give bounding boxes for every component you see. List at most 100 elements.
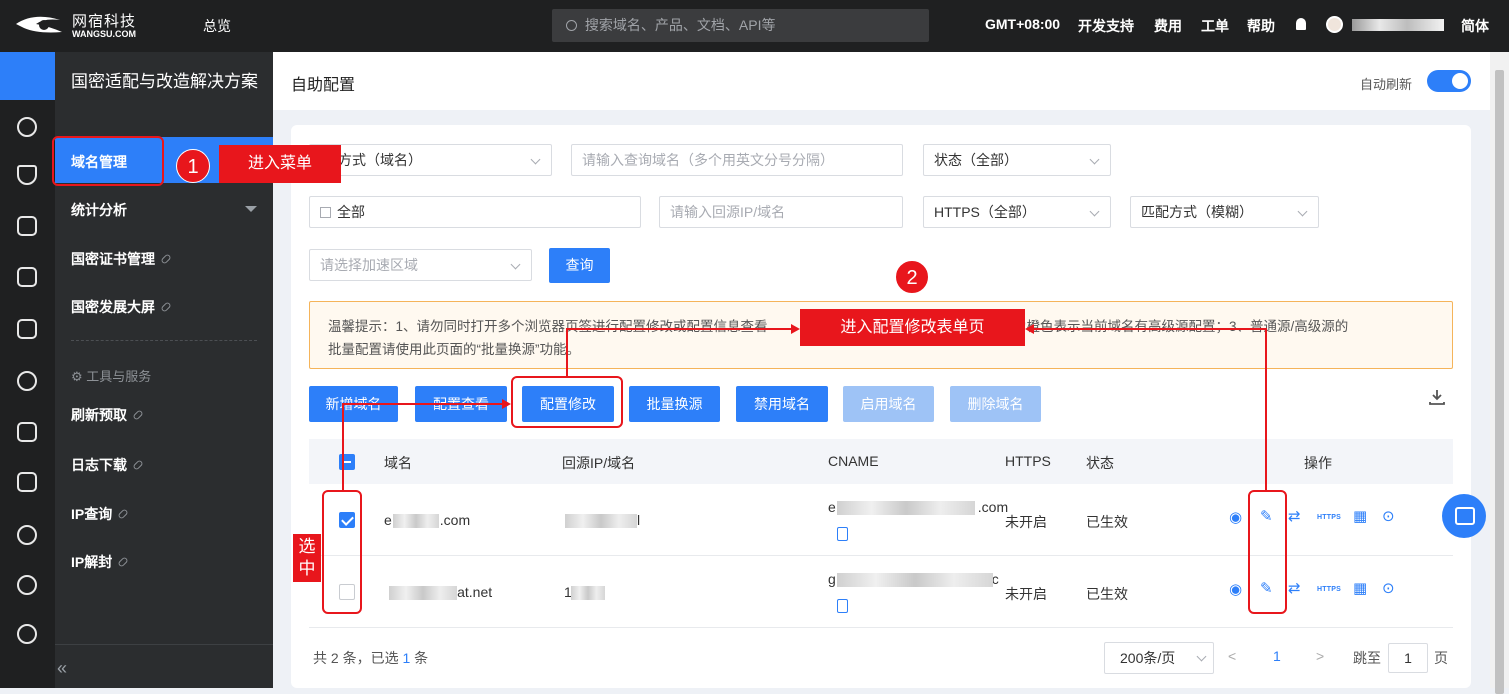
brand-name-en: WANGSU.COM bbox=[72, 29, 136, 39]
status-select[interactable]: 状态（全部） bbox=[923, 144, 1111, 176]
arrow-right-icon bbox=[502, 399, 511, 409]
nav-overview-link[interactable]: 总览 bbox=[203, 16, 231, 36]
masked-origin bbox=[571, 586, 605, 600]
copy-icon[interactable] bbox=[837, 527, 848, 541]
annotation-box-edit bbox=[1248, 490, 1287, 614]
page-1-button[interactable]: 1 bbox=[1273, 648, 1281, 664]
delete-domain-button: 删除域名 bbox=[950, 386, 1041, 422]
swap-icon[interactable]: ⇄ bbox=[1288, 507, 1301, 525]
collapse-sidebar-icon[interactable]: « bbox=[57, 658, 67, 679]
swap-icon[interactable]: ⇄ bbox=[1288, 579, 1301, 597]
settings-icon[interactable] bbox=[17, 525, 37, 545]
masked-cname bbox=[837, 573, 993, 587]
annotation-box-menu bbox=[52, 136, 164, 186]
table-header: 域名 回源IP/域名 CNAME HTTPS 状态 操作 bbox=[309, 439, 1453, 484]
date-range-picker[interactable]: 全部 bbox=[309, 196, 641, 228]
billing-link[interactable]: 费用 bbox=[1154, 16, 1182, 36]
region-select[interactable]: 请选择加速区域 bbox=[309, 249, 532, 281]
sidebar-item-log-download[interactable]: 日志下载 bbox=[71, 455, 144, 475]
selection-summary: 共 2 条，已选 1 条 bbox=[313, 650, 429, 666]
chat-support-button[interactable] bbox=[1442, 494, 1486, 538]
eye-icon[interactable]: ◉ bbox=[1229, 580, 1242, 598]
jump-label: 跳至 bbox=[1353, 650, 1381, 666]
list-icon[interactable]: ▦ bbox=[1353, 507, 1367, 525]
page-size-select[interactable]: 200条/页 bbox=[1104, 642, 1214, 674]
chevron-down-icon bbox=[530, 154, 541, 165]
copy-icon[interactable] bbox=[837, 599, 848, 613]
sidebar-item-sm-dashboard[interactable]: 国密发展大屏 bbox=[71, 297, 172, 317]
next-page-button[interactable]: > bbox=[1316, 648, 1324, 664]
jump-page-input[interactable]: 1 bbox=[1388, 643, 1428, 673]
download-icon[interactable] bbox=[1428, 388, 1446, 406]
masked-text bbox=[389, 586, 457, 600]
prev-page-button[interactable]: < bbox=[1228, 648, 1236, 664]
username-masked[interactable] bbox=[1352, 19, 1444, 31]
language-switch[interactable]: 简体 bbox=[1461, 16, 1489, 36]
arrow-right-icon bbox=[791, 324, 800, 334]
side-menu-title: 国密适配与改造解决方案 bbox=[71, 72, 258, 91]
product-icon-bar bbox=[0, 52, 55, 688]
eye-icon[interactable]: ◉ bbox=[1229, 508, 1242, 526]
annotation-line bbox=[1034, 328, 1266, 330]
sidebar-item-sm-cert[interactable]: 国密证书管理 bbox=[71, 249, 172, 269]
link-icon bbox=[132, 459, 144, 471]
divider bbox=[71, 340, 257, 341]
query-type-select[interactable]: 方式（域名） bbox=[309, 144, 552, 176]
shield-icon[interactable] bbox=[17, 165, 37, 185]
document-icon[interactable] bbox=[17, 422, 37, 442]
list-icon[interactable]: ▦ bbox=[1353, 579, 1367, 597]
chevron-down-icon bbox=[1089, 154, 1100, 165]
dev-support-link[interactable]: 开发支持 bbox=[1078, 16, 1134, 36]
table-icon[interactable] bbox=[17, 216, 37, 236]
tickets-link[interactable]: 工单 bbox=[1201, 16, 1229, 36]
sidebar-item-statistics[interactable]: 统计分析 bbox=[71, 200, 127, 220]
col-domain: 域名 bbox=[384, 455, 412, 471]
nodes-icon[interactable] bbox=[17, 575, 37, 595]
top-navbar: 网宿科技 WANGSU.COM 总览 搜索域名、产品、文档、API等 GMT+0… bbox=[0, 0, 1509, 52]
col-https: HTTPS bbox=[1005, 453, 1051, 469]
col-cname: CNAME bbox=[828, 453, 879, 469]
match-mode-select[interactable]: 匹配方式（模糊） bbox=[1130, 196, 1319, 228]
disable-domain-button[interactable]: 禁用域名 bbox=[736, 386, 828, 422]
domain-query-input[interactable]: 请输入查询域名（多个用英文分号分隔） bbox=[571, 144, 903, 176]
chevron-down-icon[interactable] bbox=[245, 206, 257, 212]
sidebar-item-ip-query[interactable]: IP查询 bbox=[71, 504, 129, 524]
help-link[interactable]: 帮助 bbox=[1247, 16, 1275, 36]
col-ops: 操作 bbox=[1304, 455, 1332, 471]
annotation-box-select bbox=[322, 490, 362, 614]
page-header: 自助配置 自动刷新 bbox=[273, 52, 1490, 110]
avatar[interactable] bbox=[1326, 16, 1343, 33]
batch-origin-button[interactable]: 批量换源 bbox=[629, 386, 720, 422]
auto-refresh-toggle[interactable] bbox=[1427, 70, 1471, 92]
search-button[interactable]: 查询 bbox=[549, 248, 610, 283]
w-app-icon[interactable] bbox=[17, 267, 37, 287]
https-select[interactable]: HTTPS（全部） bbox=[923, 196, 1111, 228]
chevron-down-icon bbox=[510, 259, 521, 270]
sidebar-item-refresh-prefetch[interactable]: 刷新预取 bbox=[71, 405, 144, 425]
more-icon[interactable]: ⊙ bbox=[1382, 507, 1395, 525]
sm-crypto-icon[interactable] bbox=[17, 624, 37, 644]
scrollbar-thumb[interactable] bbox=[1495, 70, 1504, 694]
wangsu-logo-icon[interactable] bbox=[14, 10, 64, 40]
https-config-icon[interactable]: HTTPS bbox=[1317, 586, 1341, 593]
sidebar-item-ip-unblock[interactable]: IP解封 bbox=[71, 552, 129, 572]
row-status: 已生效 bbox=[1086, 586, 1128, 602]
apps-grid-icon[interactable] bbox=[0, 52, 55, 100]
https-config-icon[interactable]: HTTPS bbox=[1317, 514, 1341, 521]
chevron-down-icon bbox=[1196, 651, 1207, 662]
bell-icon[interactable] bbox=[1296, 18, 1306, 30]
cluster-icon[interactable] bbox=[17, 371, 37, 391]
global-search-input[interactable]: 搜索域名、产品、文档、API等 bbox=[552, 9, 929, 42]
more-icon[interactable]: ⊙ bbox=[1382, 579, 1395, 597]
brand-name-cn: 网宿科技 bbox=[72, 13, 137, 30]
timezone-selector[interactable]: GMT+08:00 bbox=[985, 16, 1060, 32]
page-scrollbar[interactable] bbox=[1490, 52, 1509, 694]
check-icon[interactable] bbox=[17, 319, 37, 339]
annotation-line bbox=[342, 403, 344, 490]
origin-query-input[interactable]: 请输入回源IP/域名 bbox=[659, 196, 903, 228]
monitor-icon[interactable] bbox=[17, 472, 37, 492]
enable-domain-button: 启用域名 bbox=[843, 386, 934, 422]
masked-text bbox=[393, 514, 439, 528]
sidebar-item-label: 国密发展大屏 bbox=[71, 299, 155, 315]
cloud-cdn-icon[interactable] bbox=[17, 117, 37, 137]
